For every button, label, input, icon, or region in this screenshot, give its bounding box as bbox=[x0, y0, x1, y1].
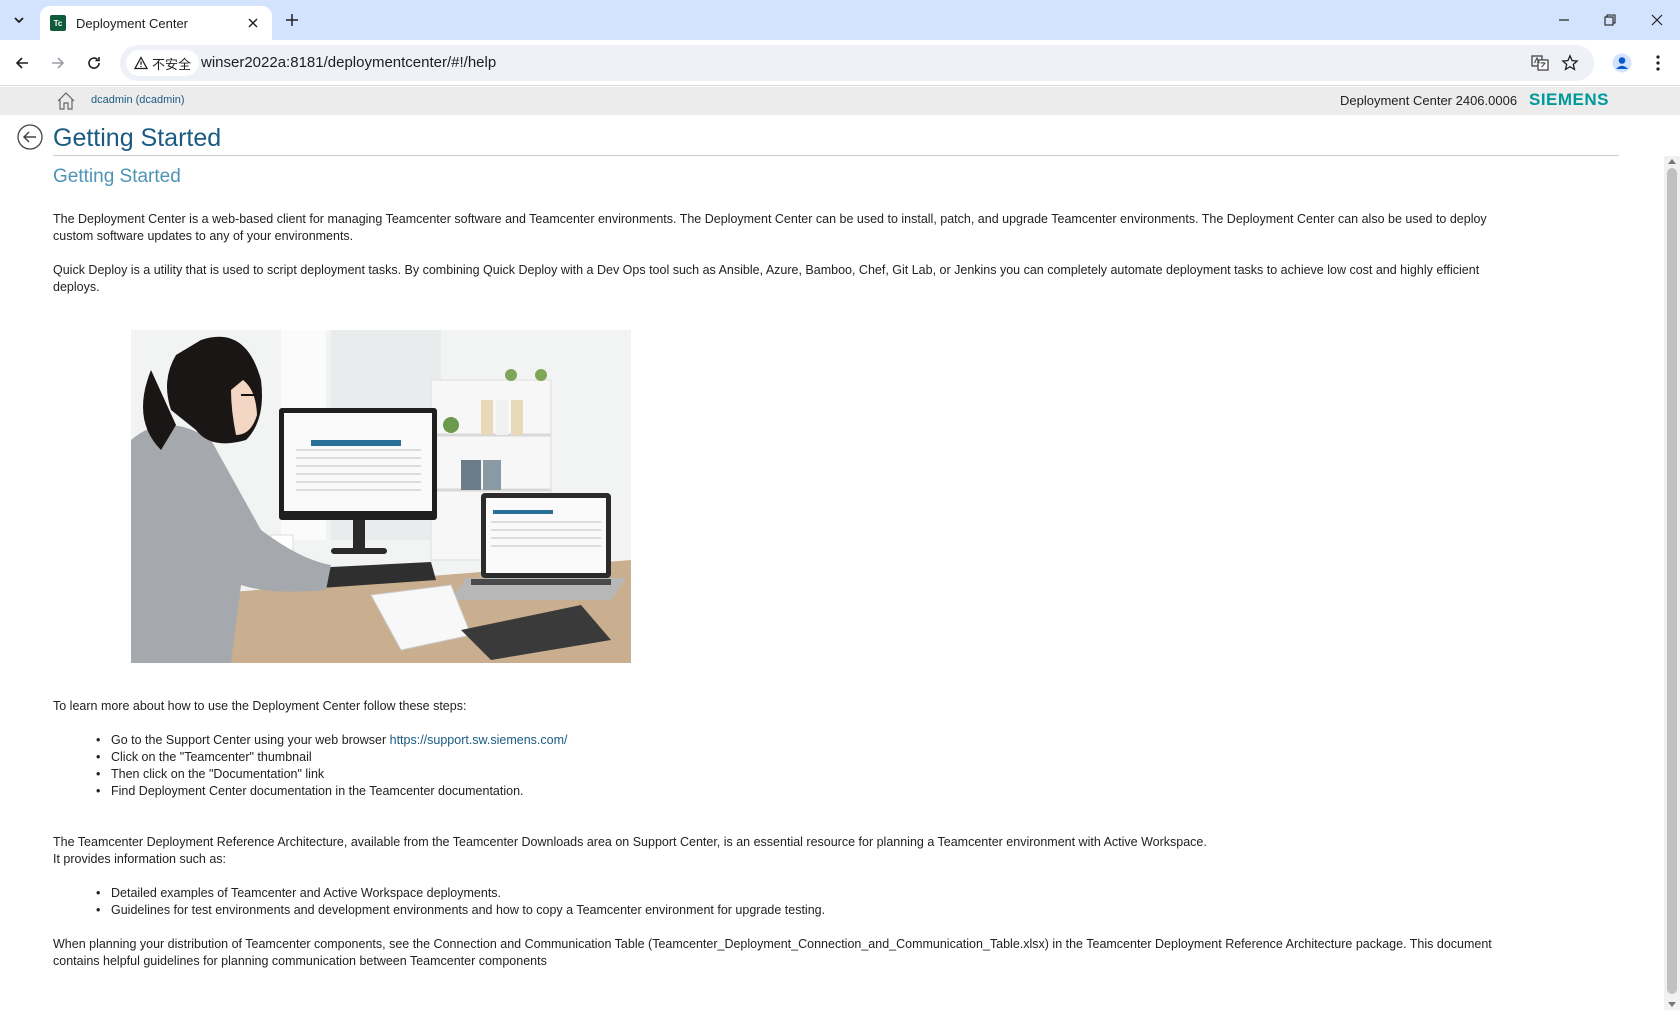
arrow-right-icon bbox=[52, 57, 65, 69]
page-scrollbar[interactable] bbox=[1664, 156, 1680, 1010]
list-item: Click on the "Teamcenter" thumbnail bbox=[96, 749, 567, 766]
teamcenter-favicon-icon: Tc bbox=[50, 15, 66, 31]
arrow-left-icon bbox=[15, 57, 28, 69]
intro-paragraph-2: Quick Deploy is a utility that is used t… bbox=[53, 263, 1480, 294]
learn-more-text: To learn more about how to use the Deplo… bbox=[53, 699, 467, 713]
support-center-link[interactable]: https://support.sw.siemens.com/ bbox=[390, 733, 568, 747]
support-steps-list: Go to the Support Center using your web … bbox=[96, 732, 568, 800]
home-icon[interactable] bbox=[56, 91, 76, 111]
more-vertical-icon bbox=[1656, 55, 1660, 71]
star-icon bbox=[1561, 54, 1579, 71]
reload-icon bbox=[88, 57, 100, 69]
title-divider bbox=[53, 155, 1619, 156]
tab-title: Deployment Center bbox=[76, 15, 188, 31]
url-text[interactable]: winser2022a:8181/deploymentcenter/#!/hel… bbox=[201, 54, 496, 71]
reference-architecture-text: The Teamcenter Deployment Reference Arch… bbox=[53, 835, 1207, 849]
scrollbar-thumb[interactable] bbox=[1667, 168, 1677, 994]
tab-search-button[interactable] bbox=[8, 9, 30, 31]
list-item: Go to the Support Center using your web … bbox=[96, 732, 568, 749]
page-title: Getting Started bbox=[53, 124, 222, 152]
closing-paragraph: When planning your distribution of Teamc… bbox=[53, 937, 1492, 968]
browser-toolbar: 不安全 winser2022a:8181/deploymentcenter/#!… bbox=[0, 40, 1680, 86]
chevron-down-icon bbox=[14, 17, 24, 24]
section-title: Getting Started bbox=[53, 166, 181, 187]
browser-tab[interactable]: Tc Deployment Center bbox=[40, 6, 272, 40]
close-icon bbox=[248, 18, 258, 28]
forward-button[interactable] bbox=[46, 51, 70, 75]
reference-info-intro: It provides information such as: bbox=[53, 852, 226, 866]
siemens-logo: SIEMENS bbox=[1529, 90, 1610, 109]
back-arrow-icon[interactable] bbox=[17, 124, 43, 150]
translate-icon bbox=[1531, 55, 1549, 71]
list-item: Find Deployment Center documentation in … bbox=[96, 783, 567, 800]
back-button[interactable] bbox=[10, 51, 34, 75]
office-workstation-photo bbox=[131, 330, 631, 663]
bookmark-button[interactable] bbox=[1560, 53, 1580, 73]
close-window-button[interactable] bbox=[1645, 8, 1669, 32]
security-indicator[interactable]: 不安全 bbox=[126, 50, 200, 76]
user-link[interactable]: dcadmin (dcadmin) bbox=[91, 94, 185, 106]
profile-button[interactable] bbox=[1610, 51, 1634, 75]
restore-button[interactable] bbox=[1598, 8, 1622, 32]
profile-avatar-icon bbox=[1612, 53, 1632, 73]
minimize-button[interactable] bbox=[1552, 8, 1576, 32]
plus-icon bbox=[286, 14, 298, 26]
close-tab-button[interactable] bbox=[244, 14, 262, 32]
list-item: Then click on the "Documentation" link bbox=[96, 766, 567, 783]
version-label: Deployment Center 2406.0006 bbox=[1340, 93, 1518, 108]
translate-button[interactable] bbox=[1530, 53, 1550, 73]
scroll-up-arrow-icon[interactable] bbox=[1668, 159, 1676, 164]
restore-icon bbox=[1604, 14, 1616, 26]
minimize-icon bbox=[1559, 19, 1569, 21]
warning-icon bbox=[134, 56, 148, 70]
reference-info-list: Detailed examples of Teamcenter and Acti… bbox=[96, 885, 825, 919]
scroll-down-arrow-icon[interactable] bbox=[1668, 1002, 1676, 1007]
address-bar[interactable]: 不安全 winser2022a:8181/deploymentcenter/#!… bbox=[120, 45, 1594, 81]
intro-paragraph-1: The Deployment Center is a web-based cli… bbox=[53, 212, 1487, 243]
browser-tab-bar: Tc Deployment Center bbox=[0, 0, 1680, 40]
new-tab-button[interactable] bbox=[282, 10, 302, 30]
reload-button[interactable] bbox=[82, 51, 106, 75]
list-item: Detailed examples of Teamcenter and Acti… bbox=[96, 885, 825, 902]
security-label: 不安全 bbox=[152, 56, 192, 72]
app-header: dcadmin (dcadmin) Deployment Center 2406… bbox=[0, 87, 1680, 115]
browser-menu-button[interactable] bbox=[1646, 51, 1670, 75]
close-icon bbox=[1651, 14, 1663, 26]
list-item: Guidelines for test environments and dev… bbox=[96, 902, 825, 919]
